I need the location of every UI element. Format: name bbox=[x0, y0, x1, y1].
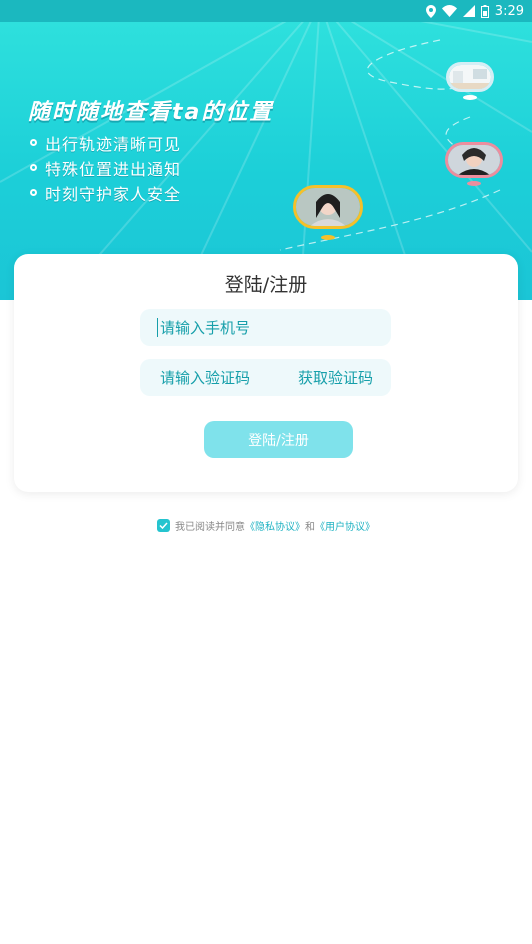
family-member-avatar bbox=[445, 142, 503, 178]
status-time: 3:29 bbox=[494, 3, 524, 19]
privacy-link[interactable]: 《隐私协议》 bbox=[245, 518, 305, 533]
location-icon bbox=[425, 4, 436, 18]
get-code-button[interactable]: 获取验证码 bbox=[298, 367, 373, 388]
pin-dot-icon bbox=[463, 95, 477, 100]
status-bar: 3:29 bbox=[0, 0, 532, 22]
code-field[interactable]: 获取验证码 bbox=[140, 359, 391, 396]
bullet-icon bbox=[30, 189, 37, 196]
login-card: 登陆/注册 获取验证码 登陆/注册 bbox=[14, 254, 518, 492]
bullet-icon bbox=[30, 139, 37, 146]
signal-icon bbox=[462, 5, 475, 17]
code-input[interactable] bbox=[158, 367, 282, 388]
phone-input[interactable] bbox=[158, 317, 382, 338]
bullet-icon bbox=[30, 164, 37, 171]
login-button[interactable]: 登陆/注册 bbox=[204, 421, 353, 458]
feature-list: 出行轨迹清晰可见 特殊位置进出通知 时刻守护家人安全 bbox=[30, 130, 181, 205]
feature-item: 出行轨迹清晰可见 bbox=[30, 130, 181, 155]
card-title: 登陆/注册 bbox=[224, 274, 308, 296]
wifi-icon bbox=[441, 5, 457, 17]
agreement-and: 和 bbox=[305, 522, 315, 533]
phone-field[interactable] bbox=[140, 309, 391, 346]
agreement-text: 我已阅读并同意 bbox=[175, 522, 245, 533]
agreement-row: 我已阅读并同意 《隐私协议》 和 《用户协议》 bbox=[0, 518, 532, 533]
battery-icon bbox=[480, 4, 489, 18]
feature-label: 特殊位置进出通知 bbox=[45, 159, 182, 179]
hero-title: 随时随地查看ta的位置 bbox=[28, 100, 274, 125]
text-caret bbox=[157, 318, 158, 337]
user-agreement-link[interactable]: 《用户协议》 bbox=[315, 518, 375, 533]
pin-dot-icon bbox=[467, 181, 481, 186]
feature-item: 时刻守护家人安全 bbox=[30, 180, 181, 205]
feature-label: 出行轨迹清晰可见 bbox=[45, 134, 182, 154]
room-location-avatar bbox=[446, 62, 494, 92]
agreement-checkbox[interactable] bbox=[157, 519, 170, 532]
check-icon bbox=[159, 522, 168, 529]
user-avatar bbox=[293, 185, 363, 229]
feature-item: 特殊位置进出通知 bbox=[30, 155, 181, 180]
feature-label: 时刻守护家人安全 bbox=[45, 184, 182, 204]
pin-dot-icon bbox=[321, 235, 335, 240]
